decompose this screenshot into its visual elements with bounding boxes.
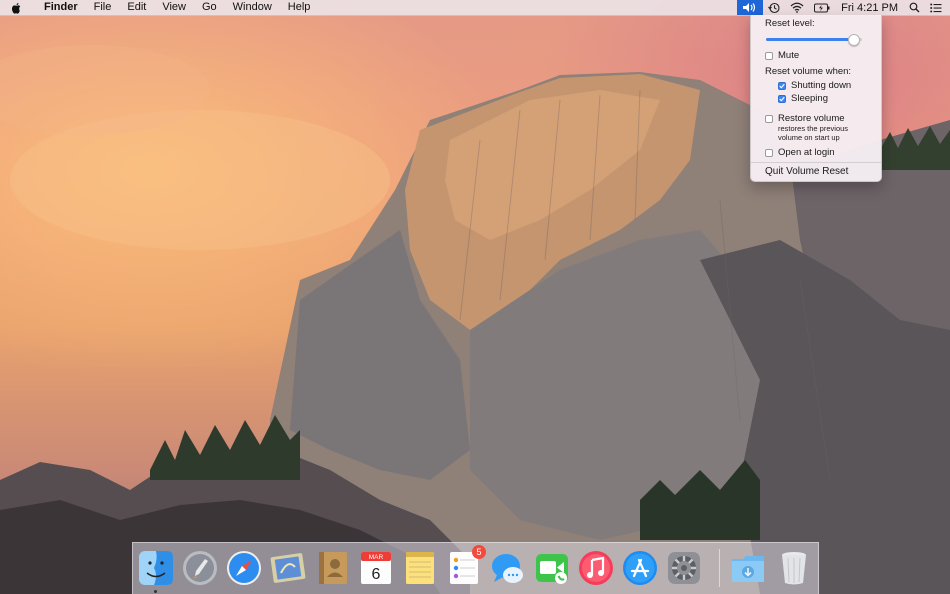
system-preferences-icon[interactable] (665, 549, 703, 587)
trash-icon[interactable] (775, 549, 813, 587)
open-at-login-option[interactable]: Open at login (765, 147, 835, 158)
restore-volume-description-1: restores the previous (778, 124, 849, 133)
downloads-folder-icon[interactable] (729, 549, 767, 587)
reset-level-slider-fill (766, 38, 853, 41)
facetime-icon[interactable] (533, 549, 571, 587)
speaker-icon (743, 3, 756, 12)
time-machine-icon[interactable] (763, 0, 785, 15)
messages-icon[interactable] (489, 549, 527, 587)
sleeping-label: Sleeping (791, 93, 828, 104)
contacts-icon[interactable] (313, 549, 351, 587)
mute-checkbox[interactable] (765, 51, 773, 60)
safari-icon[interactable] (225, 549, 263, 587)
quit-volume-reset-item[interactable]: Quit Volume Reset (765, 166, 848, 177)
launchpad-icon[interactable] (181, 549, 219, 587)
open-at-login-checkbox[interactable] (765, 148, 773, 157)
notification-center-icon[interactable] (925, 0, 950, 15)
menu-clock[interactable]: Fri 4:21 PM (835, 2, 904, 14)
shutting-down-option[interactable]: Shutting down (778, 80, 851, 91)
sleeping-option[interactable]: Sleeping (778, 93, 828, 104)
mail-icon[interactable] (269, 549, 307, 587)
menu-go[interactable]: Go (194, 0, 225, 15)
menu-bar: Finder File Edit View Go Window Help Fri… (0, 0, 950, 16)
restore-volume-option[interactable]: Restore volume (765, 113, 845, 124)
reminders-badge: 5 (472, 545, 486, 559)
status-area: Fri 4:21 PM (737, 0, 950, 15)
mute-label: Mute (778, 50, 800, 61)
menu-file[interactable]: File (86, 0, 120, 15)
spotlight-search-icon[interactable] (904, 0, 925, 15)
restore-volume-label: Restore volume (778, 113, 845, 124)
calendar-icon[interactable]: MAR 6 (357, 549, 395, 587)
restore-volume-checkbox[interactable] (765, 114, 773, 123)
open-at-login-label: Open at login (778, 147, 835, 158)
calendar-day: 6 (372, 566, 381, 583)
reset-level-slider[interactable] (766, 34, 862, 46)
volume-reset-status-item[interactable] (737, 0, 764, 15)
menu-edit[interactable]: Edit (119, 0, 154, 15)
apple-icon[interactable] (12, 2, 26, 14)
shutting-down-checkbox[interactable] (778, 81, 786, 90)
restore-volume-description-2: volume on start up (778, 133, 840, 142)
volume-reset-menu: Reset level: Mute Reset volume when: Shu… (750, 15, 882, 182)
app-store-icon[interactable] (621, 549, 659, 587)
battery-charging-icon[interactable] (809, 0, 835, 15)
itunes-icon[interactable] (577, 549, 615, 587)
menu-app-finder[interactable]: Finder (36, 0, 86, 15)
notes-icon[interactable] (401, 549, 439, 587)
dock-divider (719, 549, 720, 587)
sleeping-checkbox[interactable] (778, 94, 786, 103)
reset-level-slider-knob[interactable] (847, 34, 860, 46)
reset-level-label: Reset level: (765, 18, 815, 29)
menu-window[interactable]: Window (225, 0, 280, 15)
menu-help[interactable]: Help (280, 0, 319, 15)
menu-view[interactable]: View (154, 0, 194, 15)
finder-running-indicator (154, 590, 157, 593)
shutting-down-label: Shutting down (791, 80, 852, 91)
finder-icon[interactable] (137, 549, 175, 587)
wifi-icon[interactable] (785, 0, 809, 15)
calendar-month: MAR (369, 554, 384, 561)
mute-option[interactable]: Mute (765, 50, 799, 61)
menu-separator (751, 162, 881, 163)
reset-when-label: Reset volume when: (765, 66, 852, 77)
